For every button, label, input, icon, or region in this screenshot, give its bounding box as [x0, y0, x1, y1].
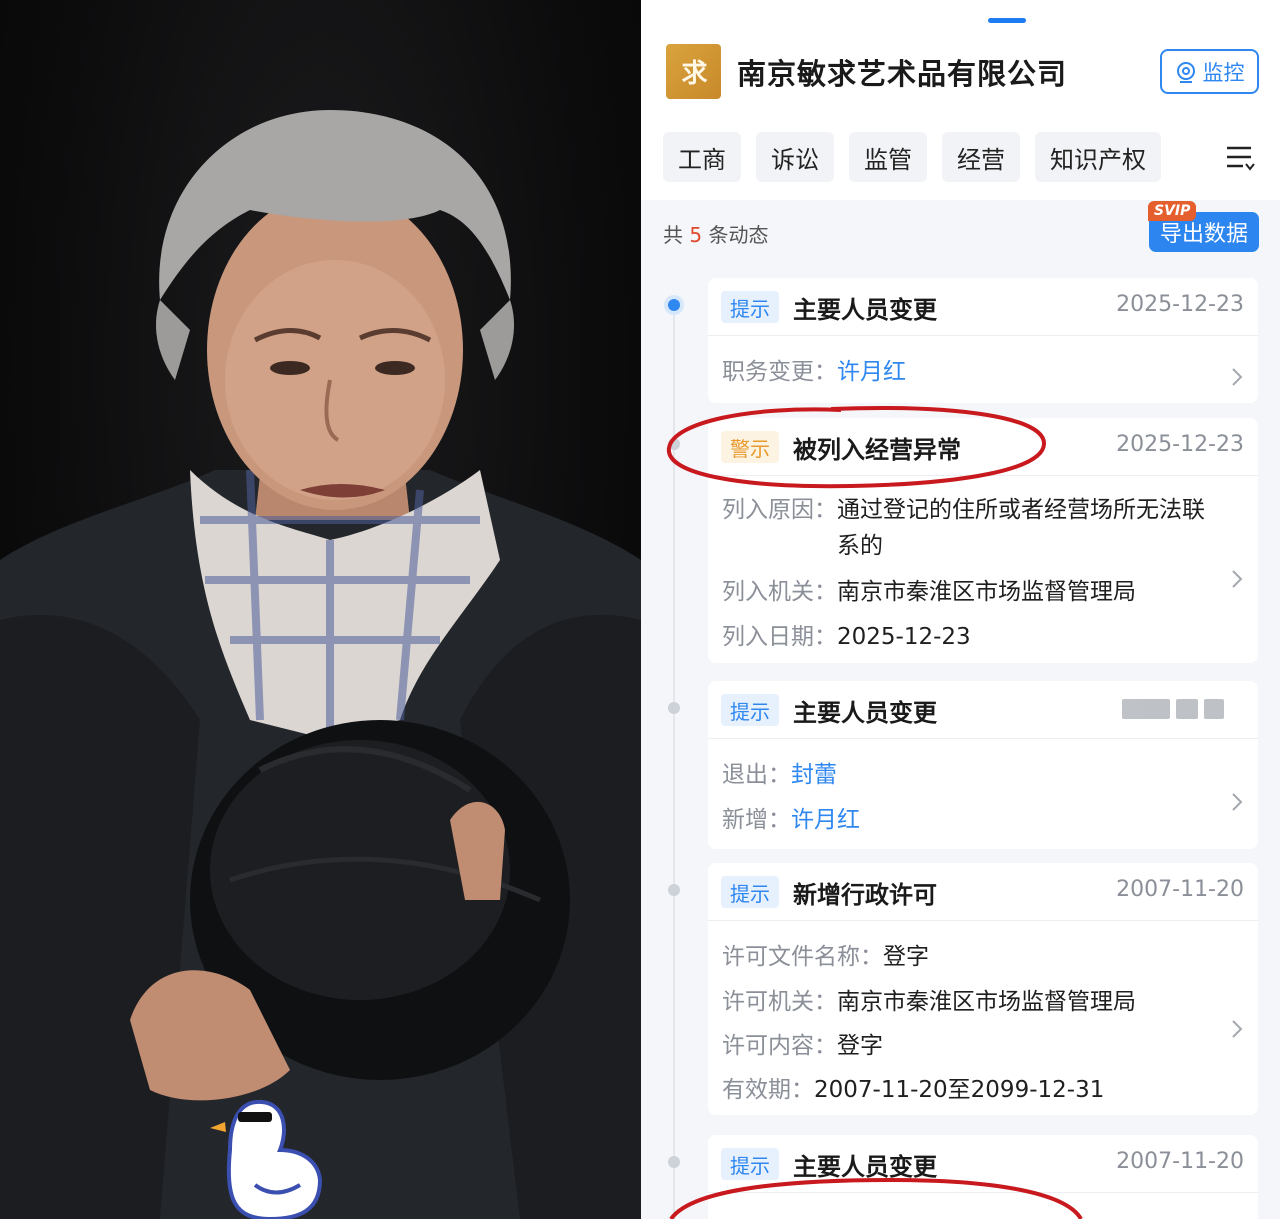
filter-menu-icon[interactable]: [1225, 142, 1255, 172]
chevron-right-icon[interactable]: [1230, 1018, 1244, 1040]
summary-count: 5: [689, 223, 703, 247]
timeline-dot: [668, 1156, 680, 1168]
chevron-right-icon[interactable]: [1230, 366, 1244, 388]
summary-prefix: 共: [663, 223, 683, 247]
event-row: 有效期： 2007-11-20至2099-12-31: [722, 1072, 1104, 1108]
event-date: 2007-11-20: [1116, 1149, 1244, 1174]
event-header: 提示 新增行政许可 2007-11-20: [708, 863, 1258, 921]
monitor-button[interactable]: 监控: [1160, 49, 1259, 94]
company-dynamics-panel: 求 南京敏求艺术品有限公司 监控 工商 诉讼 监管 经营 知识产权 共 5 条动…: [641, 0, 1280, 1219]
obscured-date: [1122, 699, 1244, 721]
timeline-dot: [668, 299, 680, 311]
row-value: 通过登记的住所或者经营场所无法联系的: [837, 497, 1205, 559]
tip-badge: 提示: [721, 291, 779, 323]
page-indicator: [988, 18, 1026, 23]
company-logo: 求: [666, 44, 721, 99]
row-label: 职务变更：: [722, 359, 837, 385]
row-value: 南京市秦淮区市场监督管理局: [837, 579, 1136, 605]
event-date: 2025-12-23: [1116, 292, 1244, 317]
chevron-right-icon[interactable]: [1230, 568, 1244, 590]
row-value: 南京市秦淮区市场监督管理局: [837, 989, 1136, 1015]
chevron-right-icon[interactable]: [1230, 791, 1244, 813]
event-title: 主要人员变更: [793, 296, 937, 324]
row-label: 退出：: [722, 762, 791, 788]
event-card[interactable]: 提示 主要人员变更 退出： 封蕾 新增： 许月红: [708, 681, 1258, 849]
event-row: 职务变更： 许月红: [722, 354, 906, 390]
row-value: 2007-11-20至2099-12-31: [814, 1077, 1105, 1103]
row-label: 有效期：: [722, 1077, 814, 1103]
event-card[interactable]: 警示 被列入经营异常 2025-12-23 列入原因： 通过登记的住所或者经营场…: [708, 418, 1258, 663]
person-link[interactable]: 许月红: [837, 354, 906, 390]
tab-regulation[interactable]: 监管: [849, 132, 927, 182]
event-card[interactable]: 提示 主要人员变更 2007-11-20: [708, 1135, 1258, 1219]
tab-intellectual-property[interactable]: 知识产权: [1035, 132, 1161, 182]
person-link[interactable]: 封蕾: [791, 757, 837, 793]
event-card[interactable]: 提示 新增行政许可 2007-11-20 许可文件名称： 登字 许可机关： 南京…: [708, 863, 1258, 1115]
tab-business[interactable]: 工商: [663, 132, 741, 182]
portrait-photo: [0, 0, 641, 1219]
event-header: 提示 主要人员变更: [708, 681, 1258, 739]
monitor-label: 监控: [1202, 60, 1245, 85]
tab-litigation[interactable]: 诉讼: [756, 132, 834, 182]
event-row: 列入原因： 通过登记的住所或者经营场所无法联系的: [722, 492, 1232, 564]
timeline-dot: [668, 438, 680, 450]
dynamics-count: 共 5 条动态: [663, 219, 768, 248]
row-value: 登字: [837, 1033, 883, 1059]
event-header: 警示 被列入经营异常 2025-12-23: [708, 418, 1258, 476]
timeline-dot: [668, 702, 680, 714]
tip-badge: 提示: [721, 694, 779, 726]
row-label: 新增：: [722, 807, 791, 833]
row-value: 2025-12-23: [837, 624, 971, 650]
row-label: 许可文件名称：: [722, 944, 883, 970]
tab-operation[interactable]: 经营: [942, 132, 1020, 182]
event-row: 退出： 封蕾: [722, 757, 837, 793]
event-header: 提示 主要人员变更 2025-12-23: [708, 278, 1258, 336]
event-row: 许可文件名称： 登字: [722, 939, 929, 975]
warning-badge: 警示: [721, 431, 779, 463]
event-header: 提示 主要人员变更 2007-11-20: [708, 1135, 1258, 1193]
event-title: 主要人员变更: [793, 699, 937, 727]
tip-badge: 提示: [721, 1148, 779, 1180]
portrait-illustration: [0, 110, 641, 1219]
row-label: 列入日期：: [722, 624, 837, 650]
row-label: 列入机关：: [722, 579, 837, 605]
event-date: 2025-12-23: [1116, 432, 1244, 457]
person-link[interactable]: 许月红: [791, 802, 860, 838]
tip-badge: 提示: [721, 876, 779, 908]
event-row: 列入日期： 2025-12-23: [722, 619, 971, 655]
summary-suffix: 条动态: [708, 223, 769, 247]
event-date: 2007-11-20: [1116, 877, 1244, 902]
event-row: 列入机关： 南京市秦淮区市场监督管理局: [722, 574, 1136, 610]
row-value: 登字: [883, 944, 929, 970]
event-card[interactable]: 提示 主要人员变更 2025-12-23 职务变更： 许月红: [708, 278, 1258, 403]
webcam-icon: [1176, 61, 1195, 83]
event-title: 被列入经营异常: [793, 436, 961, 464]
timeline-dot: [668, 884, 680, 896]
row-label: 列入原因：: [722, 497, 837, 523]
event-row: 许可内容： 登字: [722, 1028, 883, 1064]
svip-badge: SVIP: [1148, 201, 1197, 221]
company-name: 南京敏求艺术品有限公司: [737, 57, 1068, 91]
event-row: 许可机关： 南京市秦淮区市场监督管理局: [722, 984, 1136, 1020]
event-row: 新增： 许月红: [722, 802, 860, 838]
row-label: 许可机关：: [722, 989, 837, 1015]
event-title: 新增行政许可: [793, 881, 937, 909]
category-tabs: 工商 诉讼 监管 经营 知识产权: [663, 132, 1161, 182]
event-title: 主要人员变更: [793, 1153, 937, 1181]
row-label: 许可内容：: [722, 1033, 837, 1059]
